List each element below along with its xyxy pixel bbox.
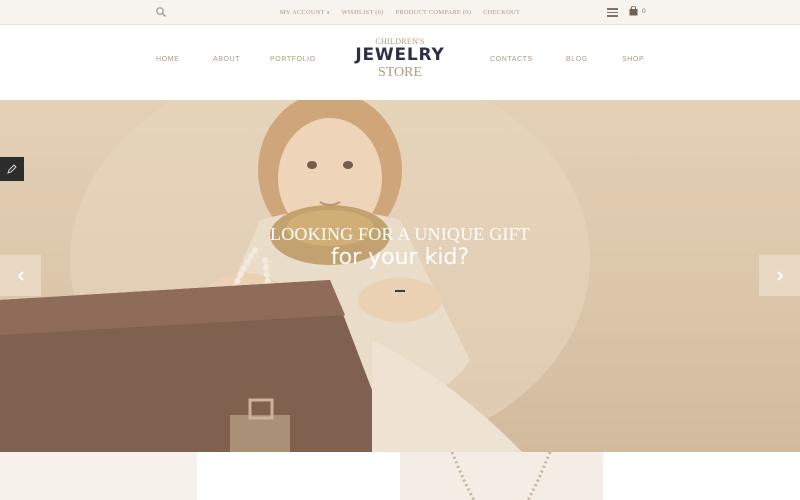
product-tile[interactable]: [603, 452, 800, 500]
slider-next-button[interactable]: [759, 255, 800, 296]
store-logo[interactable]: CHILDREN'S JEWELRY STORE: [340, 37, 460, 81]
wishlist-link[interactable]: WISHLIST (0): [342, 9, 384, 16]
main-header: HOME ABOUT PORTFOLIO CHILDREN'S JEWELRY …: [0, 25, 800, 100]
edit-tab-button[interactable]: [0, 157, 24, 181]
nav-portfolio[interactable]: PORTFOLIO: [270, 56, 316, 63]
logo-line-2: JEWELRY: [355, 45, 445, 65]
cart-icon: [629, 6, 638, 16]
hero-headline: LOOKING FOR A UNIQUE GIFT: [270, 224, 530, 244]
nav-contacts[interactable]: CONTACTS: [490, 56, 533, 63]
product-tile[interactable]: [400, 451, 603, 500]
product-tile[interactable]: [197, 452, 400, 500]
logo-line-3: STORE: [377, 65, 423, 80]
nav-home[interactable]: HOME: [156, 56, 179, 63]
chevron-left-icon: [17, 270, 24, 281]
nav-shop[interactable]: SHOP: [622, 56, 644, 63]
cart-count: 0: [642, 7, 646, 15]
hero-overlay: [0, 100, 800, 452]
product-tile[interactable]: [0, 452, 197, 500]
product-compare-link[interactable]: PRODUCT COMPARE (0): [395, 9, 471, 16]
chevron-right-icon: [776, 270, 783, 281]
hero-divider: [395, 290, 405, 292]
slider-prev-button[interactable]: [0, 255, 41, 296]
account-links: MY ACCOUNT ▾ WISHLIST (0) PRODUCT COMPARE…: [0, 0, 800, 25]
my-account-label: MY ACCOUNT: [279, 9, 325, 16]
hero-slider: LOOKING FOR A UNIQUE GIFT for your kid?: [0, 100, 800, 452]
pencil-icon: [7, 164, 17, 174]
top-utility-bar: MY ACCOUNT ▾ WISHLIST (0) PRODUCT COMPARE…: [0, 0, 800, 25]
nav-about[interactable]: ABOUT: [213, 56, 240, 63]
menu-icon[interactable]: [607, 8, 618, 17]
necklace-image: [450, 451, 552, 500]
my-account-link[interactable]: MY ACCOUNT ▾: [280, 9, 330, 16]
hero-subline: for your kid?: [330, 245, 470, 270]
chevron-down-icon: ▾: [326, 11, 330, 16]
checkout-link[interactable]: CHECKOUT: [483, 9, 520, 16]
product-tiles: [0, 451, 800, 500]
nav-blog[interactable]: BLOG: [566, 56, 588, 63]
cart-button[interactable]: 0: [629, 6, 646, 16]
